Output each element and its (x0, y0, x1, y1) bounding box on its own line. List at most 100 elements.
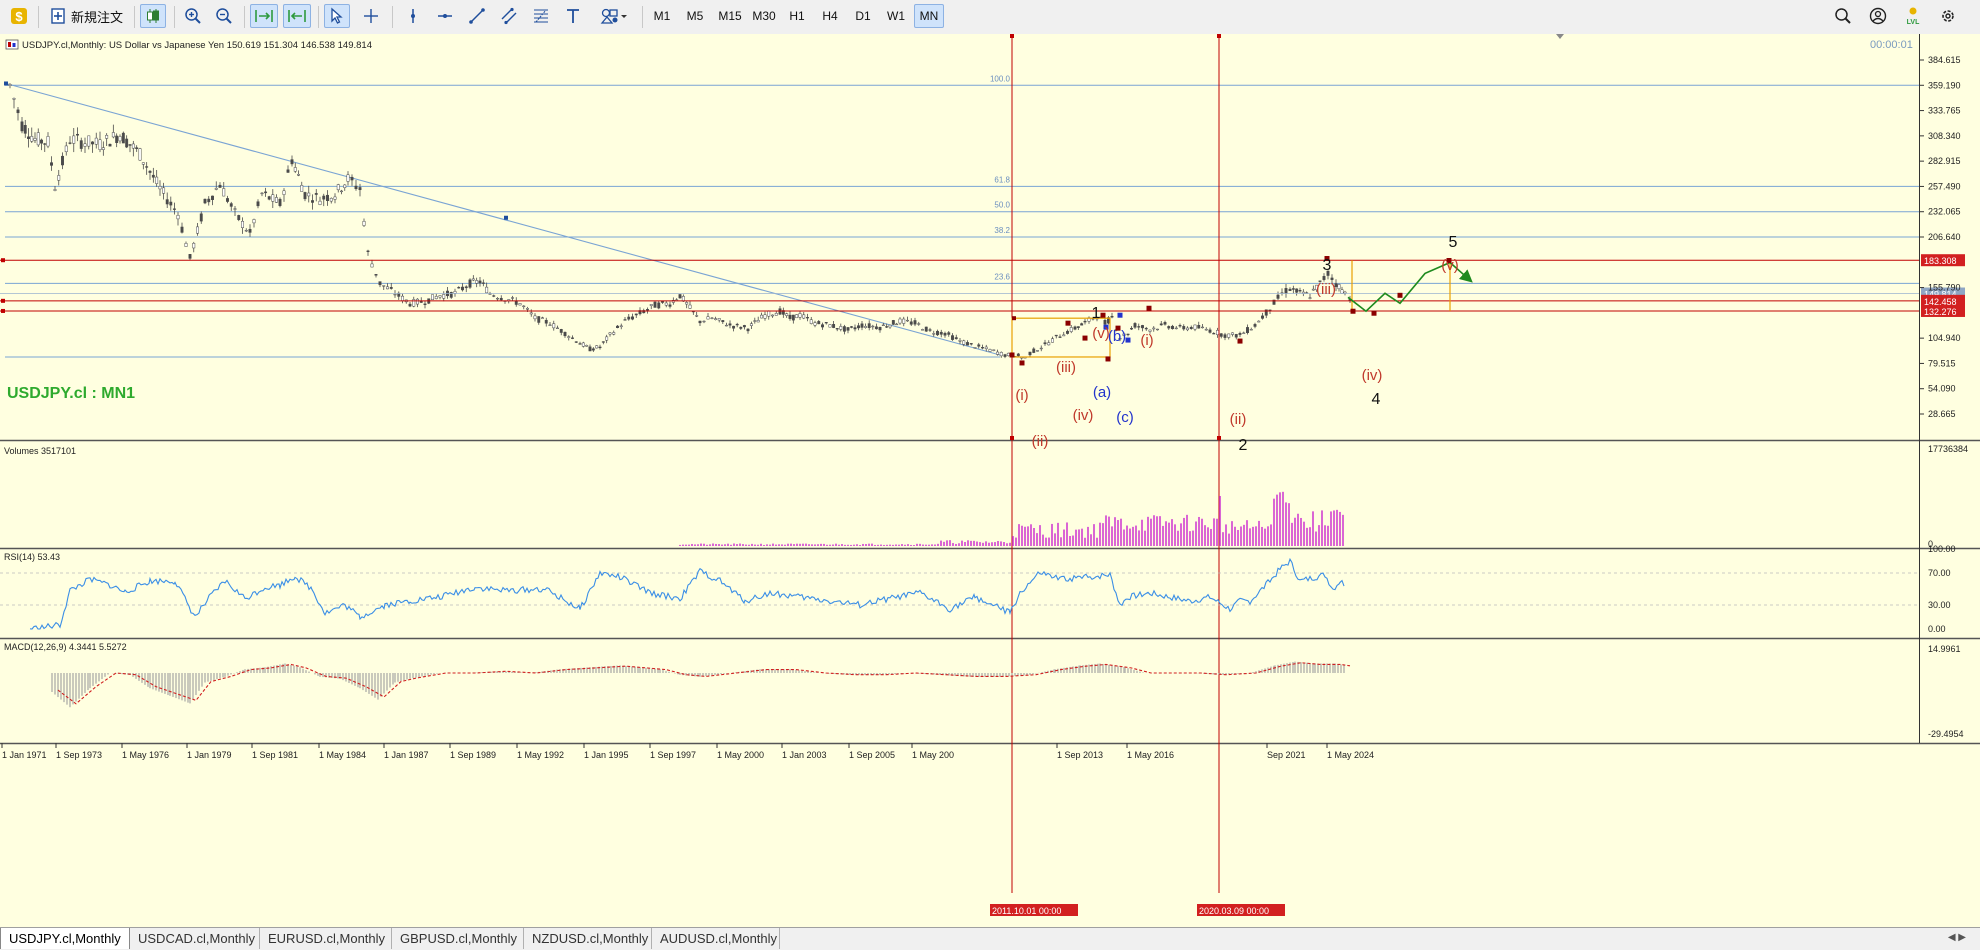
price-candle-body (165, 199, 169, 205)
price-candle-body (678, 294, 682, 299)
time-axis-label: 1 May 1984 (319, 750, 366, 760)
price-candle-body (878, 326, 882, 331)
price-candle-body (735, 323, 739, 326)
chart-tab[interactable]: AUDUSD.cl,Monthly (652, 928, 780, 949)
crosshair-tool-button[interactable] (358, 4, 384, 28)
wave-marker[interactable] (1117, 312, 1123, 318)
tab-scroll-arrows[interactable]: ◀ ▶ (1948, 932, 1966, 943)
toolbar: $ 新規注文 M1 M5 M15 M30 H1 H4 D1 W1 MN LVL (0, 0, 1980, 35)
zoom-out-button[interactable] (211, 4, 237, 28)
chart-shift-marker[interactable] (1556, 34, 1564, 39)
timeframe-d1-button[interactable]: D1 (849, 4, 877, 28)
wave-label-i2: (i) (1140, 332, 1153, 349)
price-candle-body (1039, 347, 1043, 350)
chart-tab[interactable]: EURUSD.cl,Monthly (260, 928, 392, 949)
price-candle-body (1066, 330, 1069, 334)
timeframe-h1-button[interactable]: H1 (783, 4, 811, 28)
cursor-tool-button[interactable] (324, 4, 350, 28)
price-candle-body (936, 330, 939, 336)
trendline[interactable] (5, 82, 1001, 356)
vline-anchor[interactable] (1217, 436, 1221, 440)
price-candle-body (293, 167, 297, 172)
wave-marker[interactable] (1100, 312, 1106, 318)
new-order-button[interactable]: 新規注文 (45, 4, 127, 28)
price-candle-body (809, 319, 813, 324)
fib-level-label: 100.0 (990, 74, 1011, 83)
timeframe-m15-button[interactable]: M15 (714, 4, 746, 28)
price-candle-body (172, 208, 176, 210)
price-candle-body (824, 322, 828, 324)
vline-anchor[interactable] (1217, 34, 1221, 38)
wave-marker[interactable] (1105, 356, 1111, 362)
wave-marker[interactable] (1371, 310, 1377, 316)
timeframe-h4-button[interactable]: H4 (816, 4, 844, 28)
price-candle-body (1204, 328, 1208, 331)
arrow-right-icon[interactable]: ▶ (1958, 932, 1966, 943)
level-anchor[interactable] (1, 308, 5, 313)
settings-button[interactable] (1935, 4, 1961, 28)
price-candle-body (1186, 327, 1189, 331)
price-candle-body (68, 142, 72, 144)
price-candle-body (627, 316, 631, 320)
wave-marker[interactable] (1350, 308, 1356, 314)
text-tool-button[interactable] (560, 4, 586, 28)
price-candle-body (374, 274, 378, 276)
chart-tab[interactable]: USDCAD.cl,Monthly (130, 928, 260, 949)
trendline-anchor[interactable] (4, 81, 8, 86)
price-candle-body (303, 192, 307, 200)
signal-level-button[interactable]: LVL (1900, 4, 1926, 28)
vline-anchor[interactable] (1010, 436, 1014, 440)
price-candle-body (846, 327, 850, 331)
wave-marker[interactable] (1065, 320, 1071, 326)
chart-window[interactable]: 100.0 61.8 50.0 38.2 23.6 183.308 149.814 142.… (0, 34, 1980, 927)
price-candle-body (229, 203, 233, 207)
timeframe-m30-button[interactable]: M30 (748, 4, 780, 28)
channel-tool-button[interactable] (496, 4, 522, 28)
fibonacci-tool-button[interactable] (528, 4, 554, 28)
vertical-line-tool-button[interactable] (400, 4, 426, 28)
account-button[interactable] (1865, 4, 1891, 28)
rect-anchor[interactable] (1012, 316, 1016, 321)
search-button[interactable] (1830, 4, 1856, 28)
time-axis-label: 1 Sep 1981 (252, 750, 298, 760)
arrow-left-icon[interactable]: ◀ (1948, 932, 1956, 943)
chart-tab[interactable]: NZDUSD.cl,Monthly (524, 928, 652, 949)
price-candle-body (1032, 348, 1036, 353)
wave-marker[interactable] (1397, 292, 1403, 298)
candle-chart-button[interactable] (140, 4, 166, 28)
chart-tab[interactable]: USDJPY.cl,Monthly (0, 928, 130, 949)
price-candle-body (850, 326, 853, 328)
zoom-in-button[interactable] (180, 4, 206, 28)
level-anchor[interactable] (1, 258, 5, 263)
price-candle-body (785, 313, 789, 316)
wave-marker[interactable] (1146, 305, 1152, 311)
app-menu-button[interactable]: $ (6, 4, 32, 28)
wave-marker[interactable] (1125, 337, 1131, 343)
wave-label-a: (a) (1093, 384, 1111, 401)
wave-marker[interactable] (1009, 352, 1015, 358)
timeframe-m5-button[interactable]: M5 (681, 4, 709, 28)
horizontal-line-tool-button[interactable] (432, 4, 458, 28)
trendline-anchor[interactable] (504, 215, 508, 220)
timeframe-w1-button[interactable]: W1 (882, 4, 910, 28)
chart-tab[interactable]: GBPUSD.cl,Monthly (392, 928, 524, 949)
chart-canvas[interactable]: 100.061.850.038.223.6 183.308149.814142.… (0, 34, 1980, 927)
timeframe-mn-button[interactable]: MN (914, 4, 944, 28)
trendline-tool-button[interactable] (464, 4, 490, 28)
timeframe-m1-button[interactable]: M1 (648, 4, 676, 28)
shapes-dropdown-button[interactable] (592, 4, 636, 28)
level-anchor[interactable] (1, 298, 5, 303)
price-candle-body (300, 185, 304, 192)
price-candle-body (27, 136, 30, 139)
price-candle-body (988, 349, 992, 352)
chart-shift-button[interactable] (283, 4, 311, 28)
price-candle-body (631, 316, 634, 320)
price-candle-body (1076, 326, 1080, 328)
wave-marker[interactable] (1237, 338, 1243, 344)
price-candle-body (155, 176, 159, 184)
auto-scroll-button[interactable] (250, 4, 278, 28)
wave-marker[interactable] (1082, 335, 1088, 341)
wave-marker[interactable] (1019, 360, 1025, 366)
price-candle-body (585, 344, 589, 347)
vline-anchor[interactable] (1010, 34, 1014, 38)
